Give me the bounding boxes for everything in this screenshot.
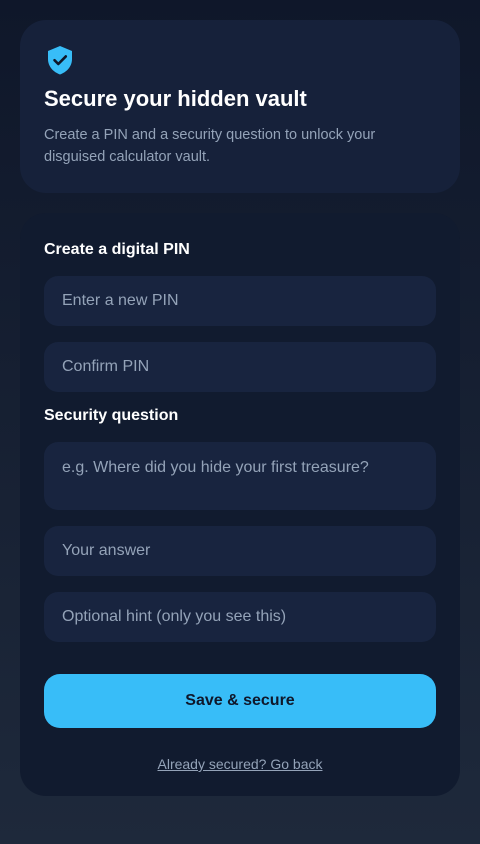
shield-check-icon: [48, 46, 72, 75]
go-back-link[interactable]: Already secured? Go back: [20, 756, 460, 772]
security-question-label: Security question: [44, 407, 179, 424]
confirm-pin-input[interactable]: [44, 342, 436, 392]
security-answer-input[interactable]: [44, 526, 436, 576]
page-subtitle: Create a PIN and a security question to …: [44, 127, 376, 166]
header-card: Secure your hidden vault Create a PIN an…: [20, 20, 460, 193]
hint-input[interactable]: [44, 592, 436, 642]
new-pin-input[interactable]: [44, 276, 436, 326]
save-secure-button[interactable]: Save & secure: [44, 674, 436, 728]
setup-form: Create a digital PIN Security question S…: [20, 213, 460, 796]
security-question-input[interactable]: [44, 442, 436, 510]
page-title: Secure your hidden vault: [44, 86, 307, 111]
pin-section-label: Create a digital PIN: [44, 241, 190, 258]
